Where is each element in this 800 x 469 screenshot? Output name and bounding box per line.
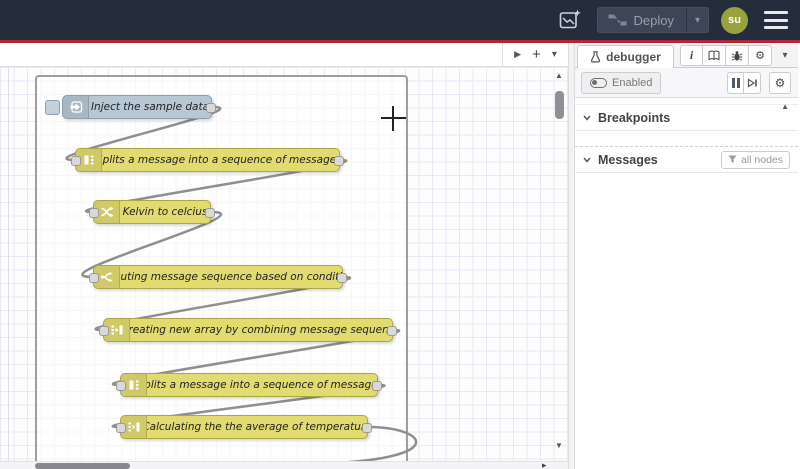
- tab-debugger[interactable]: debugger: [577, 45, 674, 68]
- debugger-toolbar: Enabled ⚙: [575, 68, 798, 98]
- step-icon: [747, 78, 757, 88]
- assistant-button[interactable]: [555, 5, 585, 35]
- input-port[interactable]: [116, 423, 126, 433]
- menu-bar: [764, 11, 788, 14]
- canvas-vertical-scrollbar-thumb[interactable]: [555, 91, 564, 119]
- flow-list-button[interactable]: ▾: [552, 49, 557, 60]
- deploy-main[interactable]: Deploy: [598, 13, 686, 28]
- node-label: Splits a message into a sequence of mess…: [147, 379, 377, 391]
- node-label: Kelvin to celcius: [122, 206, 208, 218]
- help-button[interactable]: [703, 45, 726, 66]
- input-port[interactable]: [89, 273, 99, 283]
- info-button[interactable]: i: [680, 45, 703, 66]
- canvas-scroll-up-arrow[interactable]: ▲: [552, 71, 566, 80]
- chevron-down-icon: [583, 157, 591, 163]
- node-label: Calculating the the average of temperatu…: [147, 421, 367, 433]
- flask-icon: [591, 51, 601, 63]
- sidebar-tabs-dropdown[interactable]: ▾: [777, 45, 793, 66]
- output-port[interactable]: [206, 103, 216, 113]
- node-label: Routing message sequence based on condit…: [120, 271, 342, 283]
- flow-tab-controls: ▶ + ▾: [502, 43, 568, 66]
- output-port[interactable]: [334, 156, 344, 166]
- node-label: Inject the sample data: [90, 101, 210, 113]
- menu-bar: [764, 26, 788, 29]
- deploy-icon: [608, 14, 627, 26]
- output-port[interactable]: [337, 273, 347, 283]
- deploy-label: Deploy: [633, 12, 674, 28]
- output-port[interactable]: [362, 423, 372, 433]
- canvas-horizontal-scrollbar-thumb[interactable]: [35, 463, 130, 469]
- sidebar-scroll-up-arrow[interactable]: ▲: [781, 102, 789, 111]
- output-port[interactable]: [205, 208, 215, 218]
- settings-button[interactable]: ⚙: [749, 45, 772, 66]
- output-port[interactable]: [387, 326, 397, 336]
- breakpoints-empty-area: [575, 131, 798, 146]
- flow-chart-sparkle-icon: [559, 9, 581, 29]
- book-icon: [708, 50, 720, 61]
- debugger-enabled-toggle[interactable]: Enabled: [581, 72, 662, 94]
- inject-icon: [63, 96, 89, 118]
- canvas-scroll-right-arrow[interactable]: ▸: [542, 460, 547, 469]
- output-port[interactable]: [372, 381, 382, 391]
- input-port[interactable]: [71, 156, 81, 166]
- header-bar: Deploy ▾ su: [0, 0, 800, 40]
- node-label: Splits a message into a sequence of mess…: [102, 154, 339, 166]
- sidebar: debugger i ⚙ ▾ Enabled ⚙ ▲ Breakpoints M…: [575, 43, 798, 469]
- deploy-button[interactable]: Deploy ▾: [596, 7, 709, 33]
- breakpoints-section-header[interactable]: Breakpoints: [575, 104, 798, 131]
- flow-canvas[interactable]: Inject the sample data Splits a message …: [0, 67, 568, 461]
- message-filter-label: all nodes: [740, 153, 783, 166]
- flow-node-inject[interactable]: Inject the sample data: [62, 95, 216, 119]
- pause-button[interactable]: [727, 72, 744, 94]
- input-port[interactable]: [99, 326, 109, 336]
- debugger-step-controls: [727, 72, 761, 94]
- flow-node-change[interactable]: Kelvin to celcius: [89, 200, 215, 224]
- inject-trigger-button[interactable]: [45, 100, 60, 115]
- input-port[interactable]: [89, 208, 99, 218]
- input-port[interactable]: [116, 381, 126, 391]
- palette-divider[interactable]: [8, 67, 9, 461]
- enabled-label: Enabled: [612, 77, 653, 89]
- flow-node-join-2[interactable]: Calculating the the average of temperatu…: [116, 415, 372, 439]
- canvas-scroll-down-arrow[interactable]: ▼: [552, 441, 566, 450]
- node-label: Creating new array by combining message …: [130, 324, 392, 336]
- debugger-settings-button[interactable]: ⚙: [769, 72, 791, 94]
- step-button[interactable]: [744, 72, 761, 94]
- breakpoints-title: Breakpoints: [598, 110, 671, 125]
- debugger-panel: ▲ Breakpoints Messages all nodes: [575, 98, 798, 469]
- sidebar-resize-handle[interactable]: [568, 43, 575, 469]
- bug-icon: [731, 50, 743, 61]
- scroll-tabs-right-button[interactable]: ▶: [514, 49, 521, 60]
- sidebar-icon-buttons: i ⚙: [680, 45, 772, 66]
- pause-icon: [731, 78, 740, 88]
- flow-node-join-1[interactable]: Creating new array by combining message …: [99, 318, 397, 342]
- funnel-icon: [728, 155, 737, 163]
- user-avatar[interactable]: su: [721, 6, 748, 34]
- debug-messages-button[interactable]: [726, 45, 749, 66]
- flow-node-switch[interactable]: Routing message sequence based on condit…: [89, 265, 347, 289]
- flow-node-split-2[interactable]: Splits a message into a sequence of mess…: [116, 373, 382, 397]
- deploy-options-caret[interactable]: ▾: [686, 8, 708, 32]
- canvas-horizontal-scrollbar[interactable]: ▸: [0, 460, 568, 469]
- add-flow-button[interactable]: +: [532, 47, 541, 62]
- toggle-icon: [590, 78, 607, 88]
- messages-section-header[interactable]: Messages all nodes: [575, 146, 798, 173]
- tab-debugger-label: debugger: [606, 50, 661, 64]
- workspace: ▶ + ▾ Inject the sample data Splits a me…: [0, 43, 568, 469]
- main-menu-button[interactable]: [764, 11, 788, 29]
- message-filter-button[interactable]: all nodes: [720, 150, 790, 169]
- menu-bar: [764, 18, 788, 22]
- chevron-down-icon: [583, 115, 591, 121]
- flow-node-split-1[interactable]: Splits a message into a sequence of mess…: [71, 148, 344, 172]
- messages-title: Messages: [598, 152, 658, 167]
- crosshair-cursor: [392, 106, 394, 131]
- sidebar-tab-bar: debugger i ⚙ ▾: [575, 43, 798, 68]
- flow-tab-bar: ▶ + ▾: [0, 43, 568, 67]
